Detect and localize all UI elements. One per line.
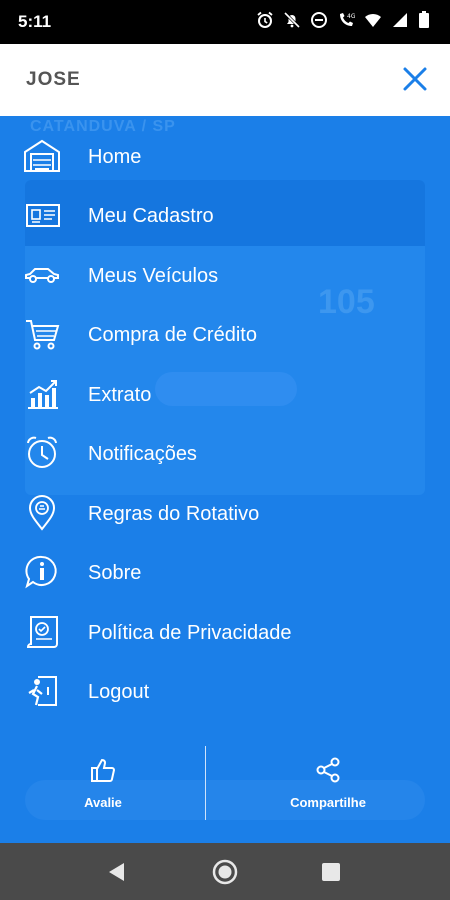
- menu-label-notificacoes: Notificações: [88, 443, 197, 465]
- menu-item-logout[interactable]: Logout: [0, 662, 450, 721]
- menu-label-meus-veiculos: Meus Veículos: [88, 265, 219, 287]
- menu-label-extrato: Extrato: [88, 384, 152, 406]
- menu-label-compra-de-credito: Compra de Crédito: [88, 324, 257, 346]
- shopping-cart-icon: [22, 316, 62, 352]
- menu-item-home[interactable]: Home: [0, 127, 450, 186]
- menu-label-meu-cadastro: Meu Cadastro: [88, 205, 214, 227]
- bar-chart-icon: [22, 376, 62, 412]
- rate-button[interactable]: Avalie: [68, 744, 138, 822]
- menu-label-regras-do-rotativo: Regras do Rotativo: [88, 503, 260, 525]
- menu-label-logout: Logout: [88, 681, 150, 703]
- thumbs-up-icon: [89, 756, 117, 789]
- location-pin-icon: [22, 495, 62, 531]
- garage-home-icon: [22, 138, 62, 174]
- alarm-clock-icon: [22, 435, 62, 471]
- privacy-certificate-icon: [22, 614, 62, 650]
- car-icon: [22, 257, 62, 293]
- menu-item-sobre[interactable]: Sobre: [0, 543, 450, 602]
- home-circle-icon[interactable]: [212, 859, 238, 885]
- notifications-off-icon: [283, 11, 301, 29]
- share-icon: [314, 756, 342, 789]
- menu-item-meus-veiculos[interactable]: Meus Veículos: [0, 246, 450, 305]
- system-nav-bar: [0, 843, 450, 900]
- menu-item-regras-do-rotativo[interactable]: Regras do Rotativo: [0, 484, 450, 543]
- volte-call-icon: 4G: [337, 11, 356, 29]
- info-bubble-icon: [22, 554, 62, 590]
- menu-item-politica-de-privacidade[interactable]: Política de Privacidade: [0, 603, 450, 662]
- menu-label-sobre: Sobre: [88, 562, 142, 584]
- do-not-disturb-icon: [310, 11, 328, 29]
- menu-item-compra-de-credito[interactable]: Compra de Crédito: [0, 305, 450, 364]
- status-icons: 4G: [256, 11, 436, 29]
- close-icon[interactable]: [400, 64, 430, 94]
- share-button[interactable]: Compartilhe: [283, 744, 373, 822]
- signal-icon: [391, 11, 409, 29]
- status-time: 5:11: [18, 12, 52, 31]
- status-bar: 5:11 4G: [0, 0, 450, 44]
- share-label: Compartilhe: [290, 795, 366, 810]
- drawer-header: JOSE: [0, 44, 450, 116]
- recents-icon[interactable]: [318, 859, 344, 885]
- rate-label: Avalie: [84, 795, 122, 810]
- menu-item-notificacoes[interactable]: Notificações: [0, 424, 450, 483]
- wifi-icon: [364, 11, 382, 29]
- user-name: JOSE: [26, 69, 81, 90]
- menu-label-home: Home: [88, 146, 142, 168]
- back-icon[interactable]: [104, 859, 130, 885]
- logout-door-icon: [22, 673, 62, 709]
- alarm-icon: [256, 11, 274, 29]
- drawer-footer: Avalie Compartilhe: [0, 744, 450, 822]
- footer-divider: [205, 746, 206, 820]
- id-card-icon: [22, 197, 62, 233]
- battery-icon: [418, 11, 436, 29]
- menu-item-extrato[interactable]: Extrato: [0, 365, 450, 424]
- menu-label-politica-de-privacidade: Política de Privacidade: [88, 622, 292, 644]
- svg-text:4G: 4G: [347, 13, 355, 20]
- menu-item-meu-cadastro[interactable]: Meu Cadastro: [0, 186, 450, 245]
